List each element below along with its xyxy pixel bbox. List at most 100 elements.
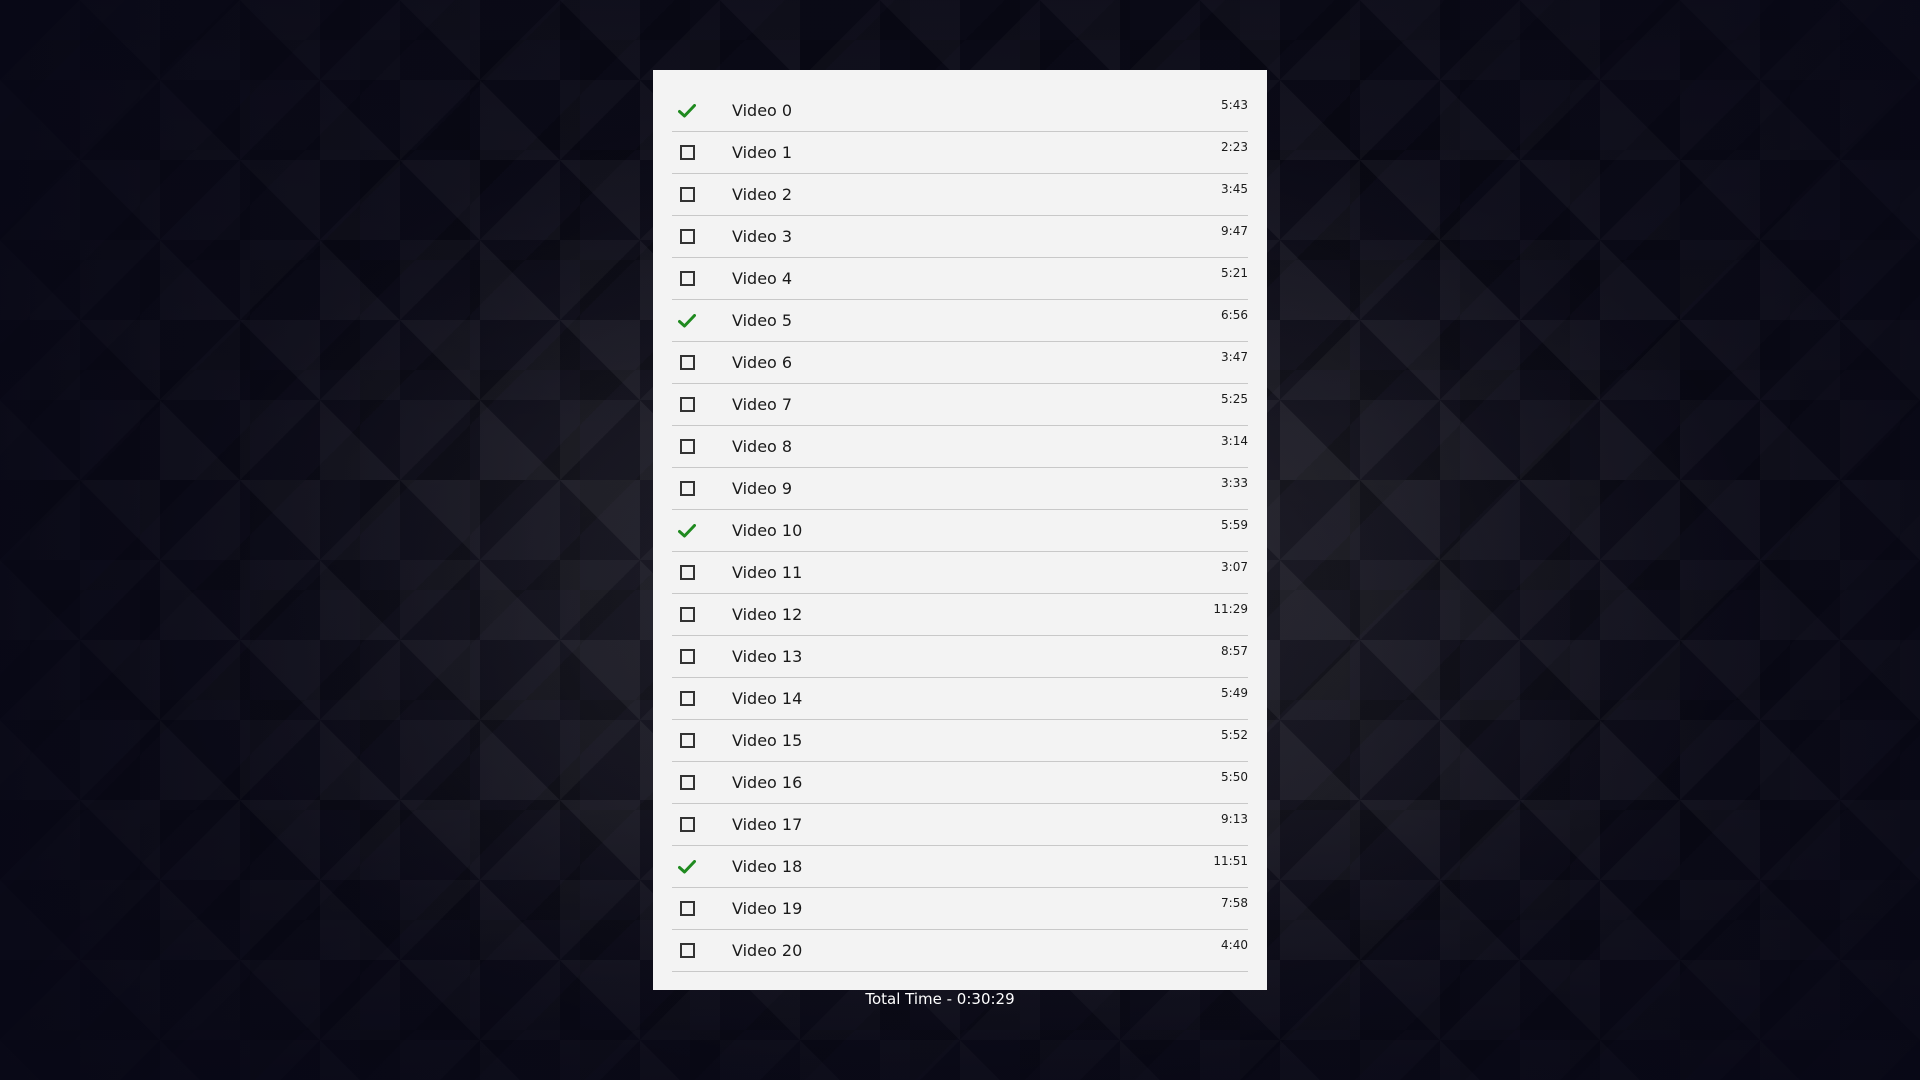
video-duration: 7:58: [1221, 896, 1248, 910]
video-duration: 5:49: [1221, 686, 1248, 700]
video-list-item[interactable]: Video 19 7:58: [672, 888, 1248, 930]
unchecked-checkbox[interactable]: [672, 817, 702, 832]
checkbox-square-icon: [679, 607, 695, 622]
video-duration: 9:13: [1221, 812, 1248, 826]
video-title: Video 0: [732, 101, 793, 120]
video-title: Video 19: [732, 899, 803, 918]
checkbox-square-icon: [679, 733, 695, 748]
unchecked-checkbox[interactable]: [672, 691, 702, 706]
checkmark-icon[interactable]: [672, 859, 702, 874]
video-duration: 3:47: [1221, 350, 1248, 364]
checkmark-icon[interactable]: [672, 523, 702, 538]
video-title: Video 17: [732, 815, 803, 834]
unchecked-checkbox[interactable]: [672, 901, 702, 916]
video-list-item[interactable]: Video 4 5:21: [672, 258, 1248, 300]
checkbox-square-icon: [679, 775, 695, 790]
video-title: Video 5: [732, 311, 793, 330]
video-list-item[interactable]: Video 11 3:07: [672, 552, 1248, 594]
video-list-item[interactable]: Video 17 9:13: [672, 804, 1248, 846]
video-duration: 5:59: [1221, 518, 1248, 532]
video-title: Video 8: [732, 437, 793, 456]
checkbox-square-icon: [679, 229, 695, 244]
video-title: Video 12: [732, 605, 803, 624]
unchecked-checkbox[interactable]: [672, 397, 702, 412]
video-title: Video 4: [732, 269, 793, 288]
video-list-item[interactable]: Video 1 2:23: [672, 132, 1248, 174]
unchecked-checkbox[interactable]: [672, 145, 702, 160]
video-list-item[interactable]: Video 13 8:57: [672, 636, 1248, 678]
unchecked-checkbox[interactable]: [672, 481, 702, 496]
checkmark-icon[interactable]: [672, 103, 702, 118]
video-duration: 5:21: [1221, 266, 1248, 280]
video-list-item[interactable]: Video 20 4:40: [672, 930, 1248, 972]
video-list-item[interactable]: Video 16 5:50: [672, 762, 1248, 804]
checkbox-square-icon: [679, 481, 695, 496]
video-duration: 3:07: [1221, 560, 1248, 574]
video-list-item[interactable]: Video 5 6:56: [672, 300, 1248, 342]
video-list-item[interactable]: Video 12 11:29: [672, 594, 1248, 636]
unchecked-checkbox[interactable]: [672, 943, 702, 958]
checkmark-icon[interactable]: [672, 313, 702, 328]
video-title: Video 15: [732, 731, 803, 750]
checkbox-square-icon: [679, 145, 695, 160]
unchecked-checkbox[interactable]: [672, 649, 702, 664]
video-title: Video 13: [732, 647, 803, 666]
video-duration: 11:29: [1213, 602, 1248, 616]
unchecked-checkbox[interactable]: [672, 355, 702, 370]
checkbox-square-icon: [679, 649, 695, 664]
video-list-item[interactable]: Video 7 5:25: [672, 384, 1248, 426]
video-title: Video 16: [732, 773, 803, 792]
checkbox-square-icon: [679, 565, 695, 580]
video-duration: 3:33: [1221, 476, 1248, 490]
video-title: Video 3: [732, 227, 793, 246]
video-duration: 5:50: [1221, 770, 1248, 784]
video-title: Video 2: [732, 185, 793, 204]
video-title: Video 20: [732, 941, 803, 960]
video-duration: 11:51: [1213, 854, 1248, 868]
video-list-item[interactable]: Video 10 5:59: [672, 510, 1248, 552]
video-duration: 8:57: [1221, 644, 1248, 658]
video-list-item[interactable]: Video 15 5:52: [672, 720, 1248, 762]
unchecked-checkbox[interactable]: [672, 271, 702, 286]
unchecked-checkbox[interactable]: [672, 187, 702, 202]
video-title: Video 6: [732, 353, 793, 372]
video-duration: 5:52: [1221, 728, 1248, 742]
unchecked-checkbox[interactable]: [672, 733, 702, 748]
video-list-item[interactable]: Video 14 5:49: [672, 678, 1248, 720]
video-title: Video 11: [732, 563, 803, 582]
checkbox-square-icon: [679, 691, 695, 706]
video-title: Video 1: [732, 143, 793, 162]
unchecked-checkbox[interactable]: [672, 565, 702, 580]
checkbox-square-icon: [679, 187, 695, 202]
video-list-item[interactable]: Video 3 9:47: [672, 216, 1248, 258]
video-list-item[interactable]: Video 2 3:45: [672, 174, 1248, 216]
checkbox-square-icon: [679, 355, 695, 370]
video-duration: 3:14: [1221, 434, 1248, 448]
video-title: Video 14: [732, 689, 803, 708]
video-duration: 9:47: [1221, 224, 1248, 238]
unchecked-checkbox[interactable]: [672, 775, 702, 790]
checkbox-square-icon: [679, 271, 695, 286]
video-duration: 5:25: [1221, 392, 1248, 406]
video-title: Video 7: [732, 395, 793, 414]
unchecked-checkbox[interactable]: [672, 229, 702, 244]
video-list-item[interactable]: Video 8 3:14: [672, 426, 1248, 468]
video-duration: 3:45: [1221, 182, 1248, 196]
video-title: Video 9: [732, 479, 793, 498]
unchecked-checkbox[interactable]: [672, 439, 702, 454]
total-time-label: Total Time - 0:30:29: [865, 990, 1015, 1008]
video-duration: 2:23: [1221, 140, 1248, 154]
video-title: Video 10: [732, 521, 803, 540]
video-duration: 4:40: [1221, 938, 1248, 952]
checkbox-square-icon: [679, 901, 695, 916]
unchecked-checkbox[interactable]: [672, 607, 702, 622]
video-list-item[interactable]: Video 6 3:47: [672, 342, 1248, 384]
video-list: Video 0 5:43 Video 1 2:23 Video 2 3:45 Video 3…: [672, 90, 1248, 972]
video-list-item[interactable]: Video 0 5:43: [672, 90, 1248, 132]
video-duration: 6:56: [1221, 308, 1248, 322]
video-list-item[interactable]: Video 18 11:51: [672, 846, 1248, 888]
video-duration: 5:43: [1221, 98, 1248, 112]
video-list-item[interactable]: Video 9 3:33: [672, 468, 1248, 510]
video-title: Video 18: [732, 857, 803, 876]
checkbox-square-icon: [679, 439, 695, 454]
